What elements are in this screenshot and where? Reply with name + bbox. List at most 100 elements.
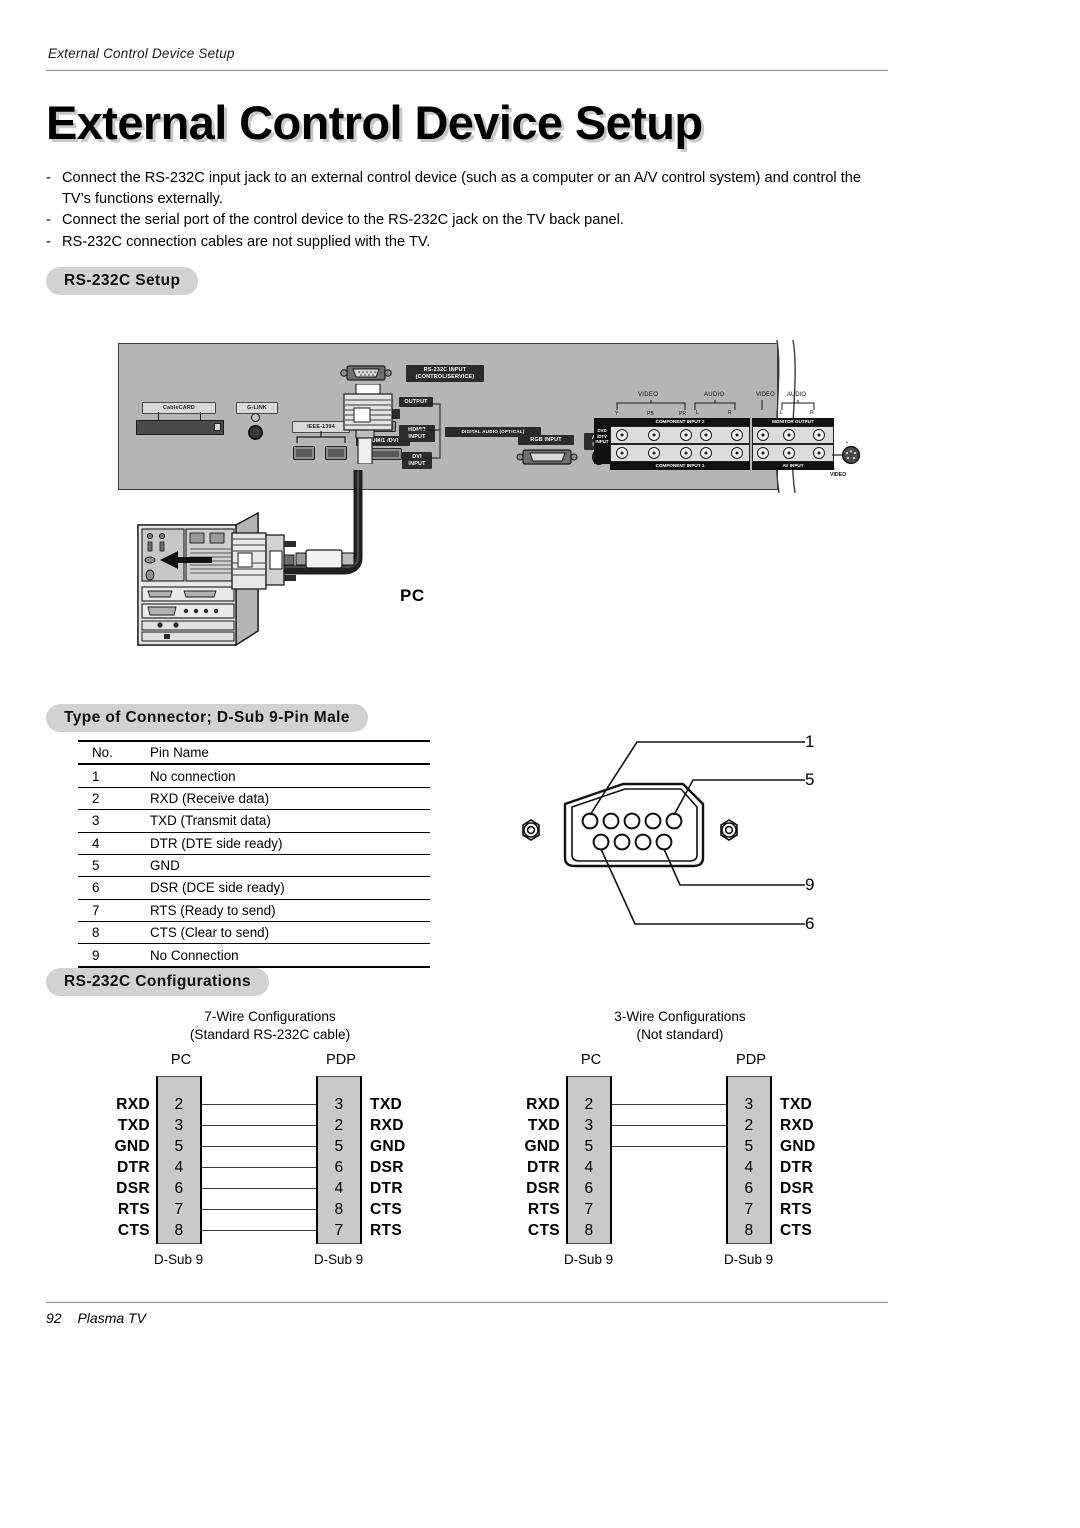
left-signal: DSR	[526, 1180, 560, 1197]
right-pin-no: 4	[334, 1180, 344, 1197]
component-audio-group-label: AUDIO	[704, 392, 725, 398]
wire-line	[202, 1104, 316, 1106]
glink-jack	[248, 425, 263, 440]
pin-name: RTS (Ready to send)	[150, 902, 276, 918]
right-signal: GND	[780, 1138, 816, 1155]
left-signal: TXD	[117, 1117, 150, 1134]
right-pin-no: 7	[744, 1201, 754, 1218]
right-header-3wire: PDP	[735, 1052, 766, 1068]
right-pin-no: 5	[744, 1138, 754, 1155]
intro-bullets: - Connect the RS-232C input jack to an e…	[46, 168, 891, 253]
left-pin-no: 6	[584, 1180, 594, 1197]
right-pin-no: 6	[334, 1159, 344, 1176]
left-signal: RTS	[117, 1201, 150, 1218]
rgb-input-jack-icon	[516, 449, 578, 465]
component1-audio-l-jack	[700, 447, 712, 459]
diagram-title-line1: 3-Wire Configurations	[614, 1009, 746, 1024]
left-footer-3wire: D-Sub 9	[564, 1252, 614, 1267]
component1-pb-jack	[648, 447, 660, 459]
wire-grid-7wire: PC PDP RXD 2 3 TXD TXD 3 2 RXD GND 5 5 G…	[60, 1052, 480, 1282]
right-pin-no: 7	[334, 1222, 344, 1239]
wire-line	[202, 1209, 316, 1211]
pin-name: DTR (DTE side ready)	[150, 835, 283, 851]
header-pin-name: Pin Name	[150, 745, 209, 761]
right-pin-no: 8	[334, 1201, 344, 1218]
right-pin-no: 6	[744, 1180, 754, 1197]
right-footer-7wire: D-Sub 9	[314, 1252, 364, 1267]
pin-no: 5	[92, 858, 100, 874]
cablecard-tick-left	[158, 412, 159, 420]
component-audio-r-label: R	[728, 410, 732, 416]
av-input-label: AV INPUT	[782, 463, 804, 468]
right-signal: RTS	[780, 1201, 813, 1218]
table-row: 1 No connection	[78, 764, 430, 788]
diagram-title-line2: (Standard RS-232C cable)	[189, 1027, 351, 1042]
section-heading-connector-type: Type of Connector; D-Sub 9-Pin Male	[46, 704, 368, 732]
monitor-audio-group-label: AUDIO	[787, 392, 807, 398]
wire-grid-3wire: PC PDP RXD 2 3 TXD TXD 3 2 RXD GND 5 5 G…	[470, 1052, 890, 1282]
pin-no: 1	[92, 768, 100, 784]
left-pin-no: 5	[584, 1138, 594, 1155]
wire-line	[202, 1188, 316, 1190]
dvd-dtv-label-line3: INPUT	[595, 439, 609, 445]
left-signal: CTS	[527, 1222, 560, 1239]
wire-line	[202, 1125, 316, 1127]
left-pin-no: 2	[584, 1096, 594, 1113]
dsub9-connector-icon	[522, 741, 805, 925]
pin-name: TXD (Transmit data)	[150, 813, 271, 829]
component-input-1-label: COMPONENT INPUT 1	[655, 463, 705, 468]
s-video-dot: •	[846, 440, 848, 446]
cablecard-slot	[136, 420, 224, 435]
monitor-audio-r-jack	[813, 429, 825, 441]
right-signal: DTR	[780, 1159, 813, 1176]
right-signal: DSR	[780, 1180, 814, 1197]
running-head: External Control Device Setup	[48, 46, 235, 61]
right-pin-no: 5	[334, 1138, 344, 1155]
bullet-item: - Connect the serial port of the control…	[46, 210, 891, 231]
pin-no: 6	[92, 880, 100, 896]
bullet-dash: -	[46, 212, 51, 228]
page-title-wrap: External Control Device Setup	[46, 95, 906, 155]
left-pin-no: 4	[584, 1159, 594, 1176]
component-group-brackets-icon	[616, 400, 736, 410]
table-row: 3 TXD (Transmit data)	[78, 810, 430, 832]
running-head-rule	[46, 70, 888, 71]
wire-line	[202, 1230, 316, 1232]
pin-no: 3	[92, 813, 100, 829]
left-pin-no: 5	[174, 1138, 184, 1155]
monitor-audio-r-label: R	[810, 410, 814, 416]
rs232c-input-label-line2: (CONTROL/SERVICE)	[415, 373, 475, 380]
wire-line	[202, 1146, 316, 1148]
diagram-title-line2: (Not standard)	[636, 1027, 724, 1042]
dsub-callout-pin6: 6	[805, 914, 815, 933]
monitor-audio-l-jack	[783, 429, 795, 441]
table-row: 5 GND	[78, 854, 430, 877]
dsub9-connector-diagram: 1 5 9 6	[505, 722, 875, 952]
pin-name: GND	[150, 858, 180, 874]
section-heading-rs232c-setup: RS-232C Setup	[46, 267, 199, 295]
left-signal: DTR	[527, 1159, 560, 1176]
panel-leader-lines	[418, 403, 441, 459]
right-signal: RXD	[780, 1117, 814, 1134]
header-no: No.	[92, 745, 113, 761]
page-title: External Control Device Setup	[46, 96, 703, 149]
monitor-audio-l-label: L	[780, 410, 783, 416]
table-row: 7 RTS (Ready to send)	[78, 899, 430, 922]
monitor-output-label: MONITOR OUTPUT	[772, 419, 814, 424]
cablecard-tick-right	[200, 412, 201, 420]
manual-page: External Control Device Setup External C…	[0, 0, 1080, 1528]
monitor-video-group-label: VIDEO	[756, 392, 775, 398]
left-signal: RTS	[527, 1201, 560, 1218]
left-signal: CTS	[117, 1222, 150, 1239]
s-video-jack-icon	[832, 445, 861, 465]
pin-no: 2	[92, 790, 100, 806]
wire-line	[612, 1146, 726, 1148]
right-pin-no: 2	[334, 1117, 344, 1134]
wire-line	[612, 1125, 726, 1127]
dsub-callout-pin1: 1	[805, 732, 815, 751]
left-pin-no: 3	[584, 1117, 594, 1134]
cablecard-eject	[214, 423, 221, 431]
diagram-title-line1: 7-Wire Configurations	[204, 1009, 336, 1024]
page-number: 92	[46, 1310, 62, 1326]
component2-audio-l-jack	[700, 429, 712, 441]
